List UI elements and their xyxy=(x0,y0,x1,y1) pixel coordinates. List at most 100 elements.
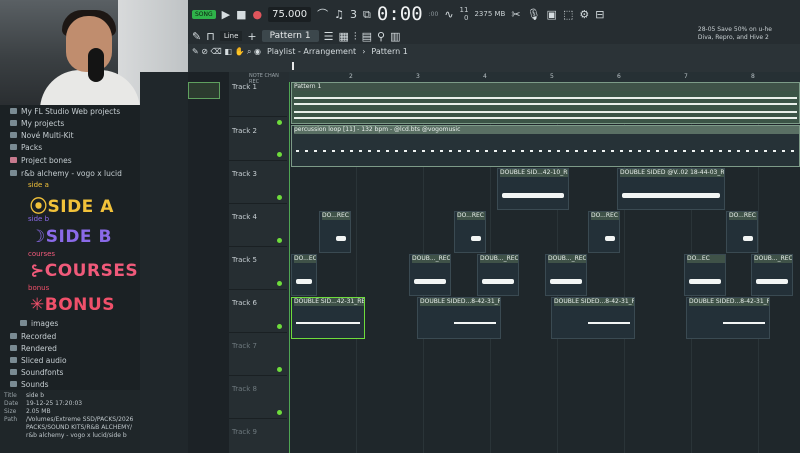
track-header[interactable]: Track 1 xyxy=(229,82,287,125)
timeline-ruler[interactable]: 2 3 4 5 6 7 8 xyxy=(289,72,800,82)
waveform xyxy=(622,193,720,198)
browser-item[interactable]: Rendered xyxy=(0,342,57,354)
metronome-icon[interactable]: ⌒ xyxy=(317,9,328,20)
audio-clip[interactable]: DOUB..._REC xyxy=(477,254,519,296)
mixer-icon[interactable]: ⫶ xyxy=(354,31,357,42)
browser-item[interactable]: Sliced audio xyxy=(0,354,67,366)
song-start-marker[interactable] xyxy=(292,62,300,70)
browser-icon[interactable]: ▥ xyxy=(390,31,400,42)
edit-icon[interactable]: ✎ xyxy=(192,31,201,42)
browser-toggle-icon[interactable]: ⊟ xyxy=(595,9,604,20)
courses-banner[interactable]: ⊱COURSES xyxy=(30,261,138,281)
track-header[interactable]: Track 3 xyxy=(229,161,287,204)
track-header[interactable]: Track 8 xyxy=(229,376,287,419)
browser-item[interactable]: My FL Studio Web projects xyxy=(0,105,120,117)
playlist-header: ✎ ⊘ ⌫ ◧ ✋ ⌕ ◉ Playlist - Arrangement › P… xyxy=(188,44,800,59)
wait-icon[interactable]: ♫ xyxy=(334,9,344,20)
piano-roll-icon[interactable]: ▦ xyxy=(338,31,348,42)
browser-item[interactable]: My projects xyxy=(0,117,64,129)
countdown-icon[interactable]: 3 xyxy=(350,9,357,20)
side-a-banner[interactable]: ⦿SIDE A xyxy=(30,192,114,217)
track-header[interactable]: Track 9 xyxy=(229,419,287,453)
playlist-icon[interactable]: ☰ xyxy=(324,31,334,42)
track-header[interactable]: Track 5 xyxy=(229,247,287,290)
record-icon[interactable]: ● xyxy=(253,9,263,20)
track-led[interactable] xyxy=(277,281,282,286)
snap-selector[interactable]: Line xyxy=(219,31,243,41)
plugin-icon[interactable]: ⚲ xyxy=(377,31,385,42)
courses-label[interactable]: courses xyxy=(28,250,55,258)
track-led[interactable] xyxy=(277,367,282,372)
bonus-label[interactable]: bonus xyxy=(28,284,49,292)
track-led[interactable] xyxy=(277,324,282,329)
news-ticker[interactable]: 28-05 Save 50% on u-he Diva, Repro, and … xyxy=(698,26,772,42)
playlist-current-pattern[interactable]: Pattern 1 xyxy=(371,47,407,56)
audio-clip[interactable]: DOUB..._REC xyxy=(545,254,587,296)
browser-item[interactable]: Nové Multi-Kit xyxy=(0,129,74,141)
info-path-value: /Volumes/Extreme SSD/PACKS/2026 PACKS/SO… xyxy=(26,416,134,439)
magnet-icon[interactable]: ⊓ xyxy=(206,31,215,42)
audio-clip[interactable]: DOUBLE SID...42-10_REC xyxy=(497,168,569,210)
audio-clip[interactable]: DO...REC xyxy=(726,211,758,253)
track-header[interactable]: Track 2 xyxy=(229,118,287,161)
browser-item[interactable]: Soundfonts xyxy=(0,366,63,378)
track-header[interactable]: Track 6 xyxy=(229,290,287,333)
audio-clip[interactable]: DO...EC xyxy=(684,254,726,296)
news-date: 28-05 xyxy=(697,26,716,33)
settings-icon[interactable]: ⚙ xyxy=(579,9,589,20)
audio-clip[interactable]: DO...REC xyxy=(454,211,486,253)
track-header[interactable]: Track 4 xyxy=(229,204,287,247)
tempo-display[interactable]: 75.000 xyxy=(268,6,312,22)
side-b-banner[interactable]: ☽SIDE B xyxy=(30,227,112,247)
side-b-label[interactable]: side b xyxy=(28,215,49,223)
pattern-note-row xyxy=(294,111,797,113)
play-icon[interactable]: ▶ xyxy=(222,9,230,20)
render-icon[interactable]: ⬚ xyxy=(563,9,573,20)
time-format: :00 xyxy=(428,10,439,18)
cut-icon[interactable]: ✂ xyxy=(511,9,520,20)
track-led[interactable] xyxy=(277,238,282,243)
browser-item[interactable]: images xyxy=(0,317,58,329)
audio-clip[interactable]: DO...REC xyxy=(319,211,351,253)
folder-icon xyxy=(10,132,17,138)
add-pattern-icon[interactable]: + xyxy=(247,31,256,42)
audio-clip[interactable]: DOUBLE SIDED...8-42-31_REC xyxy=(417,297,501,339)
track-header[interactable]: Track 7 xyxy=(229,333,287,376)
selected-pattern-slot[interactable] xyxy=(188,82,220,99)
audio-clip-selected[interactable]: DOUBLE SID...42-31_REC xyxy=(291,297,365,339)
browser-item[interactable]: Project bones xyxy=(0,154,72,166)
browser-item[interactable]: Recorded xyxy=(0,330,56,342)
tool-icons[interactable]: ✎ ⊘ ⌫ ◧ ✋ ⌕ ◉ xyxy=(192,47,261,56)
save-icon[interactable]: ▣ xyxy=(547,9,557,20)
waveform xyxy=(296,279,312,284)
pattern-clip[interactable]: Pattern 1 xyxy=(291,82,800,124)
time-display[interactable]: 0:00 xyxy=(377,3,423,25)
info-path-key: Path xyxy=(4,416,18,423)
track-led[interactable] xyxy=(277,410,282,415)
stop-icon[interactable]: ■ xyxy=(236,9,246,20)
browser-item[interactable]: Packs xyxy=(0,141,42,153)
audio-clip[interactable]: DOUB..._REC xyxy=(409,254,451,296)
audio-clip[interactable]: DOUBLE SIDED...8-42-31_REC xyxy=(686,297,770,339)
bonus-banner[interactable]: ✳BONUS xyxy=(30,295,115,315)
track-led[interactable] xyxy=(277,195,282,200)
audio-clip[interactable]: DO...EC xyxy=(291,254,317,296)
audio-clip[interactable]: DO...REC xyxy=(588,211,620,253)
track-led[interactable] xyxy=(277,152,282,157)
playhead[interactable] xyxy=(289,82,290,453)
browser-item[interactable]: Sounds xyxy=(0,378,49,390)
memory-readout: 11 0 xyxy=(460,6,469,22)
ruler-bar: 4 xyxy=(483,73,487,80)
audio-clip[interactable]: percussion loop [11] - 132 bpm - @lcd.bt… xyxy=(291,125,800,167)
audio-clip[interactable]: DOUB..._REC xyxy=(751,254,793,296)
channel-rack-icon[interactable]: ▤ xyxy=(362,31,372,42)
side-a-label[interactable]: side a xyxy=(28,181,49,189)
song-mode-toggle[interactable]: SONG xyxy=(192,9,216,19)
playlist-grid[interactable]: Pattern 1 percussion loop [11] - 132 bpm… xyxy=(289,82,800,453)
browser-item-active[interactable]: r&b alchemy - vogo x lucid xyxy=(0,167,122,179)
audio-clip[interactable]: DOUBLE SIDED @V..02 18-44-03_REC xyxy=(617,168,725,210)
mic-icon[interactable]: 🎙 xyxy=(527,9,541,20)
audio-clip[interactable]: DOUBLE SIDED...8-42-31_REC xyxy=(551,297,635,339)
loop-record-icon[interactable]: ⧉ xyxy=(363,9,371,20)
pattern-selector[interactable]: Pattern 1 xyxy=(261,30,319,42)
